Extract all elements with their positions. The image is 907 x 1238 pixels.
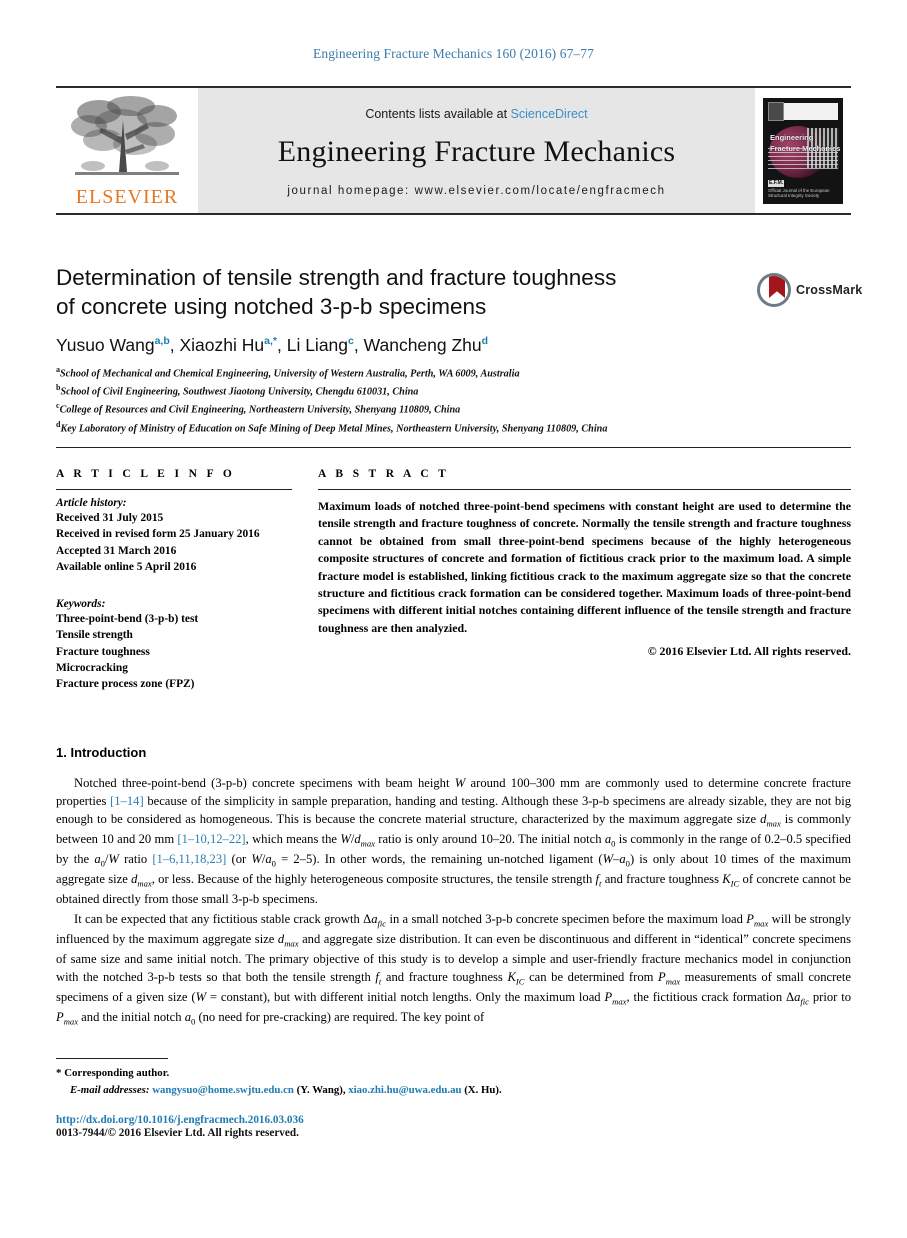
crossmark-badge[interactable]: CrossMark <box>757 272 862 308</box>
journal-title: Engineering Fracture Mechanics <box>277 135 676 168</box>
article-history-heading: Article history: <box>56 497 127 509</box>
history-item: Accepted 31 March 2016 <box>56 544 177 557</box>
author-name: Wancheng Zhu <box>363 334 482 355</box>
author-affil-mark: d <box>481 334 489 347</box>
keyword-item: Tensile strength <box>56 629 133 642</box>
journal-cover-wrap: Engineering Fracture Mechanics E.F.M. Of… <box>755 88 851 213</box>
abstract-heading: A B S T R A C T <box>318 468 450 480</box>
sciencedirect-link[interactable]: ScienceDirect <box>511 107 588 121</box>
elsevier-wordmark: ELSEVIER <box>75 186 179 208</box>
affiliation-item: aSchool of Mechanical and Chemical Engin… <box>56 364 756 382</box>
info-abstract-row: A R T I C L E I N F O Article history: R… <box>56 447 851 693</box>
article-info-column: A R T I C L E I N F O Article history: R… <box>56 448 292 693</box>
email-owner-1: (Y. Wang) <box>296 1083 343 1096</box>
abstract-text: Maximum loads of notched three-point-ben… <box>318 499 851 635</box>
email-label: E-mail addresses: <box>70 1083 150 1096</box>
keywords-heading: Keywords: <box>56 597 106 610</box>
affiliation-text: College of Resources and Civil Engineeri… <box>59 404 461 416</box>
author-name: Xiaozhi Hu <box>179 334 265 355</box>
affiliation-item: dKey Laboratory of Ministry of Education… <box>56 419 756 437</box>
cover-title: Engineering Fracture Mechanics <box>770 132 840 155</box>
keyword-item: Fracture toughness <box>56 645 150 658</box>
email-link-1[interactable]: wangysuo@home.swjtu.edu.cn <box>152 1084 294 1096</box>
email-link-2[interactable]: xiao.zhi.hu@uwa.edu.au <box>348 1084 461 1096</box>
history-item: Received in revised form 25 January 2016 <box>56 528 260 541</box>
keywords-block: Keywords: Three-point-bend (3-p-b) test … <box>56 598 292 693</box>
cover-footer-text: Official Journal of the European Structu… <box>768 187 830 199</box>
contents-available-line: Contents lists available at ScienceDirec… <box>365 107 587 121</box>
author-name: Li Liang <box>286 334 349 355</box>
masthead-center: Contents lists available at ScienceDirec… <box>198 88 755 213</box>
email-owner-2: (X. Hu) <box>464 1083 499 1096</box>
abstract-copyright: © 2016 Elsevier Ltd. All rights reserved… <box>647 644 851 658</box>
contents-prefix: Contents lists available at <box>365 107 511 121</box>
cover-title-line1: Engineering <box>770 132 814 142</box>
affiliation-item: cCollege of Resources and Civil Engineer… <box>56 400 756 418</box>
introduction-section: 1. Introduction Notched three-point-bend… <box>56 745 851 1030</box>
footnote-block: * Corresponding author. E-mail addresses… <box>56 1058 756 1098</box>
affiliation-list: aSchool of Mechanical and Chemical Engin… <box>56 364 756 438</box>
keyword-item: Microcracking <box>56 661 128 674</box>
cover-title-line2: Fracture Mechanics <box>770 143 841 153</box>
title-line-2: of concrete using notched 3-p-b specimen… <box>56 293 487 319</box>
crossmark-label: CrossMark <box>796 283 863 297</box>
journal-homepage[interactable]: journal homepage: www.elsevier.com/locat… <box>287 185 665 197</box>
elsevier-tree-icon <box>71 96 179 175</box>
cover-footer-badge: E.F.M. <box>768 180 785 187</box>
crossmark-icon <box>757 273 791 307</box>
page-title: Determination of tensile strength and fr… <box>56 264 756 322</box>
citation-link[interactable]: [1–10,12–22] <box>177 832 245 846</box>
elsevier-logo: ELSEVIER <box>56 88 198 213</box>
history-item: Received 31 July 2015 <box>56 512 164 524</box>
journal-cover-thumbnail: Engineering Fracture Mechanics E.F.M. Of… <box>763 97 843 204</box>
abstract-column: A B S T R A C T Maximum loads of notched… <box>318 448 851 693</box>
keyword-item: Fracture process zone (FPZ) <box>56 678 195 691</box>
affiliation-text: School of Mechanical and Chemical Engine… <box>60 367 520 379</box>
footnote-divider <box>56 1058 168 1059</box>
asterisk-icon: * <box>56 1067 62 1079</box>
running-head: Engineering Fracture Mechanics 160 (2016… <box>313 46 594 61</box>
title-line-1: Determination of tensile strength and fr… <box>56 265 617 290</box>
email-line: E-mail addresses: wangysuo@home.swjtu.ed… <box>70 1083 502 1096</box>
citation-link[interactable]: [1–6,11,18,23] <box>152 852 226 866</box>
paragraph: Notched three-point-bend (3-p-b) concret… <box>56 776 852 906</box>
author-affil-mark: c <box>348 334 354 347</box>
author-list: Yusuo Wanga,b, Xiaozhi Hua,*, Li Liangc,… <box>56 334 489 355</box>
keyword-item: Three-point-bend (3-p-b) test <box>56 612 199 625</box>
article-history-block: Article history: Received 31 July 2015 R… <box>56 490 292 576</box>
citation-link[interactable]: [1–14] <box>110 794 144 808</box>
paragraph: It can be expected that any fictitious s… <box>56 911 851 1027</box>
affiliation-text: School of Civil Engineering, Southwest J… <box>60 386 419 398</box>
title-block: Determination of tensile strength and fr… <box>56 264 756 437</box>
author-affil-mark[interactable]: a,* <box>264 335 277 347</box>
affiliation-text: Key Laboratory of Ministry of Education … <box>60 423 608 435</box>
paper-page: Engineering Fracture Mechanics 160 (2016… <box>0 0 907 1238</box>
section-heading: 1. Introduction <box>56 745 147 760</box>
corresponding-author-text: Corresponding author. <box>64 1067 170 1079</box>
corresponding-author-line: * Corresponding author. <box>56 1065 756 1082</box>
article-info-heading: A R T I C L E I N F O <box>56 468 236 480</box>
cover-badge-icon <box>768 101 784 121</box>
author-affil-mark: a,b <box>154 334 170 347</box>
doi-block: http://dx.doi.org/10.1016/j.engfracmech.… <box>56 1114 304 1139</box>
affiliation-item: bSchool of Civil Engineering, Southwest … <box>56 382 756 400</box>
history-item: Available online 5 April 2016 <box>56 561 197 574</box>
issn-copyright: 0013-7944/© 2016 Elsevier Ltd. All right… <box>56 1127 299 1139</box>
cover-footer: E.F.M. Official Journal of the European … <box>768 180 843 198</box>
doi-link[interactable]: http://dx.doi.org/10.1016/j.engfracmech.… <box>56 1114 304 1126</box>
journal-masthead: ELSEVIER Contents lists available at Sci… <box>56 86 851 215</box>
author-name: Yusuo Wang <box>56 334 155 355</box>
